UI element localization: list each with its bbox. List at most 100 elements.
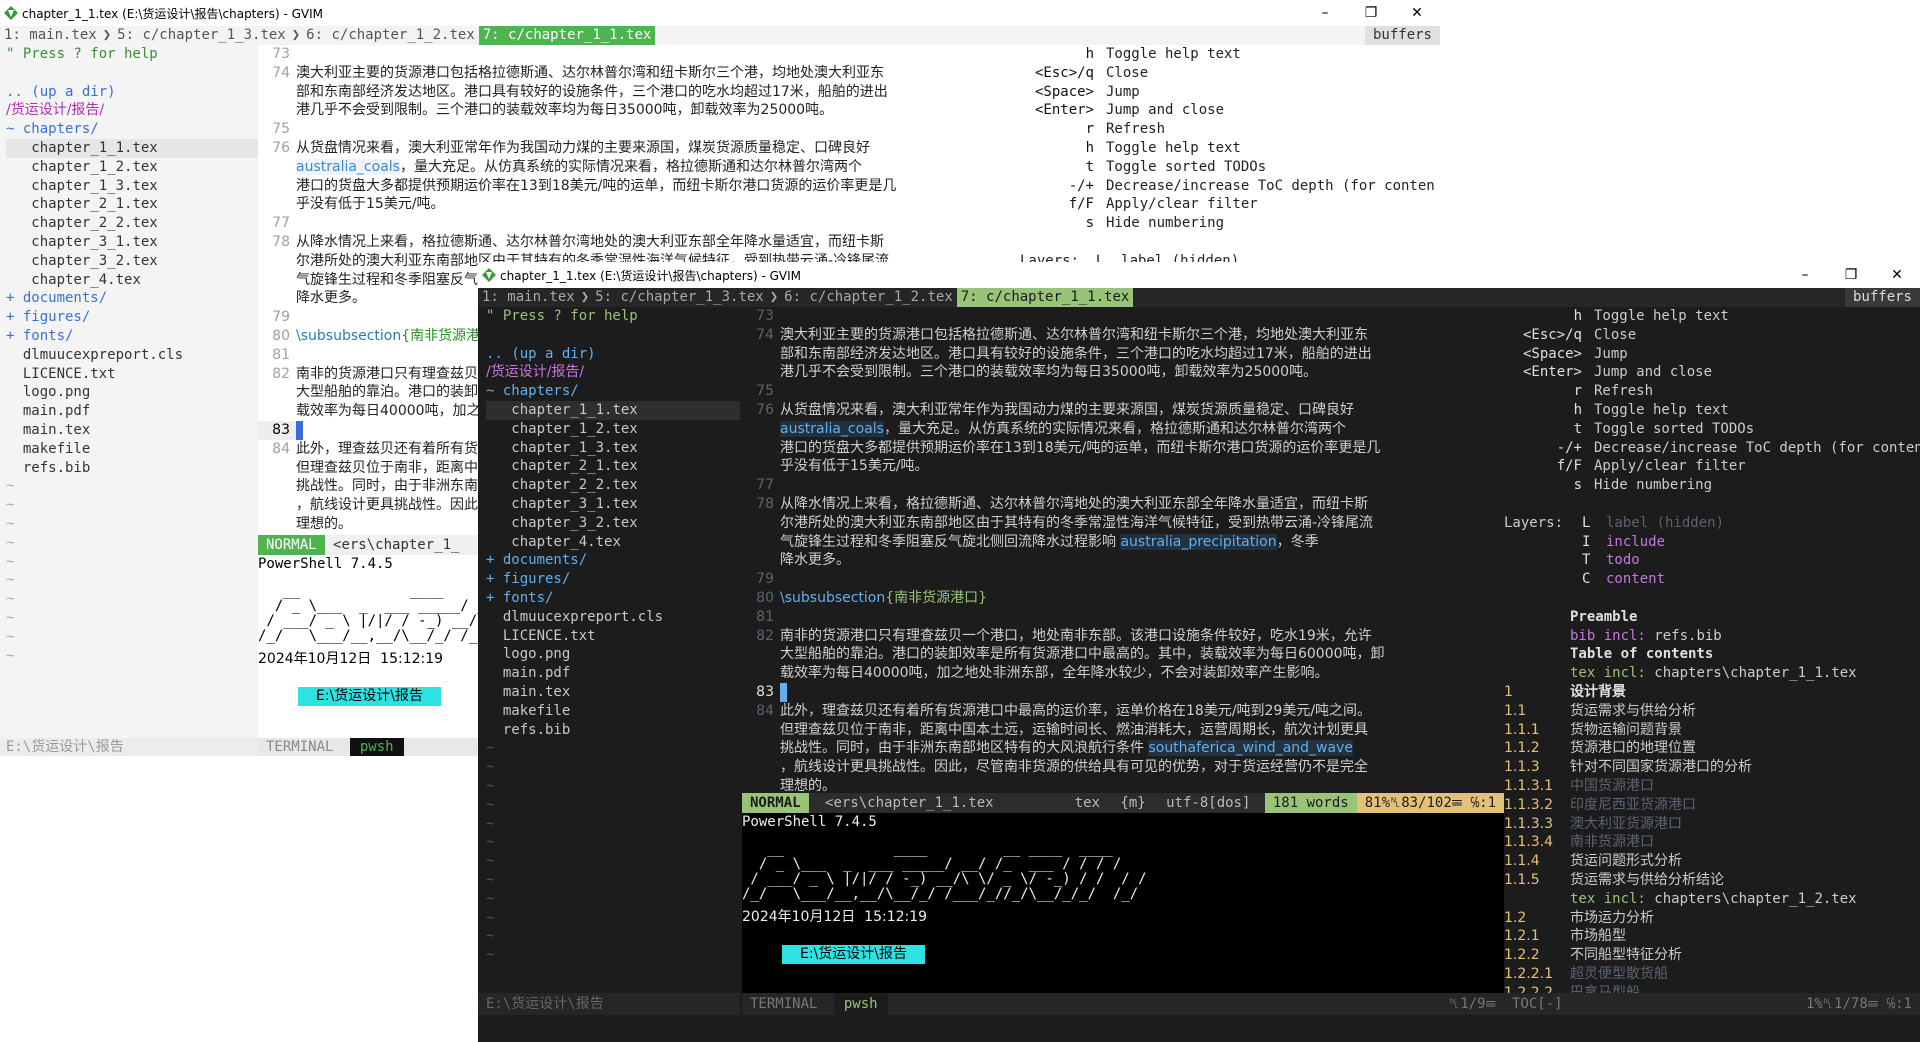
tab-chapter-1-2[interactable]: 6: c/chapter_1_2.tex — [302, 26, 479, 45]
tree-file[interactable]: chapter_2_2.tex — [486, 476, 740, 495]
tab-main[interactable]: 1: main.tex — [0, 26, 101, 45]
title-bar[interactable]: chapter_1_1.tex (E:\货运设计\报告\chapters) - … — [0, 0, 1440, 26]
tab-main[interactable]: 1: main.tex — [478, 288, 579, 307]
tree-file[interactable]: refs.bib — [486, 721, 740, 740]
tree-file[interactable]: chapter_2_2.tex — [6, 214, 258, 233]
tree-dir-figures[interactable]: + figures/ — [486, 570, 740, 589]
toc-entry[interactable]: 1.1.3.2 印度尼西亚货源港口 — [1504, 796, 1920, 815]
citation-ref[interactable]: australia_coals — [296, 158, 400, 175]
toc-entry[interactable]: 1.2 市场运力分析 — [1504, 909, 1920, 928]
tree-file[interactable]: main.tex — [6, 421, 258, 440]
terminal-pane[interactable]: PowerShell 7.4.5 __ ____ __ ____ ____ / … — [742, 813, 1504, 993]
toc-title[interactable]: Table of contents — [1504, 645, 1920, 664]
vimtex-toc-pane[interactable]: h Toggle help text <Esc>/q Close <Space> Jump… — [1504, 307, 1920, 1015]
layer-desc[interactable]: content — [1606, 571, 1665, 587]
tree-file[interactable]: refs.bib — [6, 459, 258, 478]
buffers-label[interactable]: buffers — [1844, 288, 1920, 307]
tab-chapter-1-3[interactable]: 5: c/chapter_1_3.tex — [113, 26, 290, 45]
citation-ref[interactable]: southaferica_wind_and_wave — [1148, 740, 1353, 757]
toc-entry[interactable]: 1.1.3.1 中国货源港口 — [1504, 777, 1920, 796]
citation-ref[interactable]: australia_coals — [780, 420, 884, 437]
toc-entry[interactable]: 1.1.3 针对不同国家货源港口的分析 — [1504, 758, 1920, 777]
tree-file[interactable]: chapter_1_2.tex — [6, 158, 258, 177]
help-key: h — [1085, 139, 1094, 156]
tree-file[interactable]: chapter_1_2.tex — [486, 420, 740, 439]
toc-entry[interactable]: 1.1.4 货运问题形式分析 — [1504, 852, 1920, 871]
close-button[interactable]: ✕ — [1394, 5, 1440, 21]
tree-dir-fonts[interactable]: + fonts/ — [6, 327, 258, 346]
tree-file[interactable]: chapter_2_1.tex — [6, 195, 258, 214]
title-bar[interactable]: chapter_1_1.tex (E:\货运设计\报告\chapters) - … — [478, 262, 1920, 288]
toc-entry[interactable]: 1 设计背景 — [1504, 683, 1920, 702]
tree-file[interactable]: main.pdf — [6, 402, 258, 421]
minimize-button[interactable]: – — [1782, 267, 1828, 283]
tree-file[interactable]: chapter_3_2.tex — [6, 252, 258, 271]
tree-file[interactable]: chapter_1_3.tex — [486, 439, 740, 458]
tree-file[interactable]: makefile — [6, 440, 258, 459]
citation-ref[interactable]: australia_precipitation — [1120, 533, 1277, 550]
tree-file[interactable]: chapter_3_1.tex — [6, 233, 258, 252]
help-key: f/F — [1556, 458, 1582, 475]
tree-file[interactable]: chapter_1_1.tex — [486, 400, 740, 420]
toc-entry[interactable]: 1.1.1 货物运输问题背景 — [1504, 721, 1920, 740]
tree-file[interactable]: chapter_1_1.tex — [6, 138, 258, 158]
help-row: r Refresh — [1020, 120, 1440, 139]
toc-entry[interactable]: 1.2.2.1 超灵便型散货船 — [1504, 965, 1920, 984]
tree-file[interactable]: main.tex — [486, 683, 740, 702]
tree-file[interactable]: dlmuucexpreport.cls — [6, 346, 258, 365]
tree-file[interactable]: chapter_1_3.tex — [6, 177, 258, 196]
tree-file[interactable]: makefile — [486, 702, 740, 721]
editor-pane[interactable]: 73 74 澳大利亚主要的货源港口包括格拉德斯通、达尔林普尔湾和纽卡斯尔三个港，均地… — [742, 307, 1504, 793]
buffers-label[interactable]: buffers — [1364, 26, 1440, 45]
toc-entry[interactable]: 1.1 货运需求与供给分析 — [1504, 702, 1920, 721]
toc-entry[interactable]: 1.1.3.4 南非货源港口 — [1504, 833, 1920, 852]
file-tree[interactable]: " Press ? for help .. (up a dir) /货运设计/报… — [478, 307, 740, 1015]
toc-include[interactable]: tex incl: chapters\chapter_1_2.tex — [1504, 890, 1920, 909]
tree-file[interactable]: chapter_2_1.tex — [486, 457, 740, 476]
toc-entry[interactable]: 1.1.3.3 澳大利亚货源港口 — [1504, 815, 1920, 834]
tree-dir-fonts[interactable]: + fonts/ — [486, 589, 740, 608]
tree-up-dir[interactable]: .. (up a dir) — [6, 83, 258, 102]
tab-chapter-1-3[interactable]: 5: c/chapter_1_3.tex — [591, 288, 768, 307]
file-tree[interactable]: " Press ? for help .. (up a dir) /货运设计/报… — [0, 45, 258, 745]
vimtex-toc-help[interactable]: h Toggle help text <Esc>/q Close <Space> Jump… — [1020, 45, 1440, 265]
tree-file[interactable]: chapter_3_1.tex — [486, 495, 740, 514]
maximize-button[interactable]: ❐ — [1828, 267, 1874, 283]
tab-chapter-1-2[interactable]: 6: c/chapter_1_2.tex — [780, 288, 957, 307]
toc-entry[interactable]: 1.1.5 货运需求与供给分析结论 — [1504, 871, 1920, 890]
tree-dir-chapters[interactable]: ~ chapters/ — [6, 120, 258, 139]
close-button[interactable]: ✕ — [1874, 267, 1920, 283]
tree-file[interactable]: chapter_4.tex — [6, 271, 258, 290]
tree-up-dir[interactable]: .. (up a dir) — [486, 345, 740, 364]
toc-entry[interactable]: 1.2.2 不同船型特征分析 — [1504, 946, 1920, 965]
maximize-button[interactable]: ❐ — [1348, 5, 1394, 21]
tree-file[interactable]: logo.png — [6, 383, 258, 402]
tree-file[interactable]: chapter_3_2.tex — [486, 514, 740, 533]
tree-file[interactable]: chapter_4.tex — [486, 533, 740, 552]
tree-dir-figures[interactable]: + figures/ — [6, 308, 258, 327]
tree-file[interactable]: dlmuucexpreport.cls — [486, 608, 740, 627]
layer-desc[interactable]: include — [1606, 534, 1665, 550]
help-key: <Esc>/q — [1034, 64, 1094, 81]
tree-dir-documents[interactable]: + documents/ — [486, 551, 740, 570]
tab-chapter-1-1[interactable]: 7: c/chapter_1_1.tex — [956, 288, 1134, 307]
layer-desc[interactable]: todo — [1606, 552, 1640, 568]
tree-file[interactable]: LICENCE.txt — [486, 627, 740, 646]
minimize-button[interactable]: – — [1302, 5, 1348, 21]
tree-file[interactable]: main.pdf — [486, 664, 740, 683]
toc-preamble[interactable]: Preamble — [1504, 608, 1920, 627]
tree-dir-chapters[interactable]: ~ chapters/ — [486, 382, 740, 401]
tree-file[interactable]: LICENCE.txt — [6, 365, 258, 384]
editor-line: australia_coals，量大充足。从仿真系统的实际情况来看，格拉德斯通和… — [258, 158, 1020, 177]
layer-desc[interactable]: label (hidden) — [1606, 515, 1724, 531]
tree-dir-documents[interactable]: + documents/ — [6, 289, 258, 308]
gvim-window-front[interactable]: chapter_1_1.tex (E:\货运设计\报告\chapters) - … — [478, 262, 1920, 1042]
toc-entry[interactable]: 1.1.2 货源港口的地理位置 — [1504, 739, 1920, 758]
toc-entry[interactable]: 1.2.1 市场船型 — [1504, 927, 1920, 946]
tree-file[interactable]: logo.png — [486, 645, 740, 664]
help-key: <Space> — [1034, 83, 1094, 100]
tab-chapter-1-1[interactable]: 7: c/chapter_1_1.tex — [478, 26, 656, 45]
toc-include[interactable]: tex incl: chapters\chapter_1_1.tex — [1504, 664, 1920, 683]
line-number: 83 — [258, 420, 296, 440]
toc-bib[interactable]: bib incl: refs.bib — [1504, 627, 1920, 646]
